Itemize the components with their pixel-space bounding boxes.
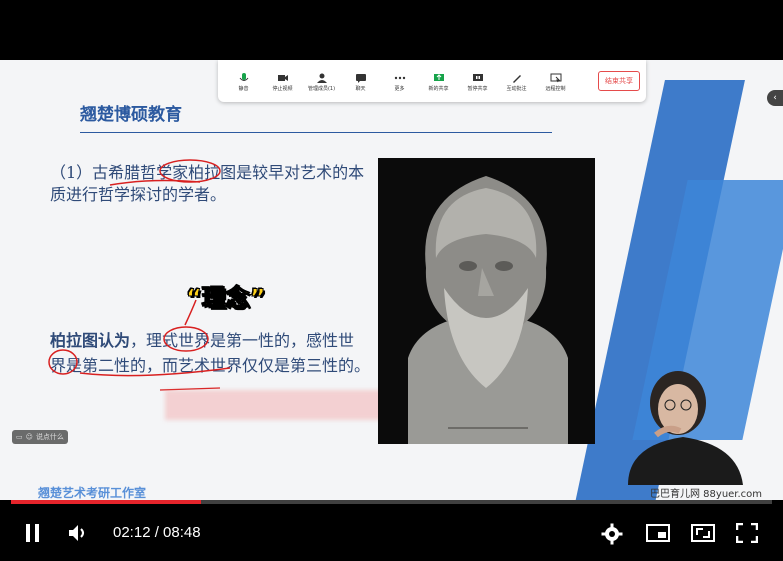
settings-button[interactable] (600, 522, 624, 546)
progress-bar-played (11, 500, 202, 504)
blurred-region (165, 390, 387, 420)
emoji-icon: ☺ (25, 433, 33, 441)
pip-icon (646, 524, 670, 542)
toolbar-label: 管理成员(1) (307, 85, 336, 92)
toolbar-annotate-button[interactable]: 互动批注 (497, 71, 536, 92)
chat-hint[interactable]: ▭ ☺ 说点什么 (12, 430, 68, 444)
meeting-toolbar: 静音 停止视频 管理成员(1) 聊天 更多 新的共享 暂停共享 互动批注 远程控… (218, 60, 646, 102)
more-icon (393, 71, 407, 85)
watermark-studio: 翘楚艺术考研工作室 (38, 486, 147, 500)
pause-share-icon (471, 71, 485, 85)
toolbar-new-share-button[interactable]: 新的共享 (419, 71, 458, 92)
toolbar-label: 聊天 (355, 85, 366, 92)
toolbar-mute-button[interactable]: 静音 (224, 71, 263, 92)
camera-icon (276, 71, 290, 85)
watermark-site: 巴巴育儿网 88yuer.com (650, 489, 763, 500)
toolbar-members-button[interactable]: 管理成员(1) (302, 71, 341, 92)
chat-icon (354, 71, 368, 85)
volume-icon (69, 525, 84, 541)
toolbar-chat-button[interactable]: 聊天 (341, 71, 380, 92)
time-display: 02:12 / 08:48 (113, 524, 201, 541)
toolbar-remote-control-button[interactable]: 远程控制 (536, 71, 575, 92)
picture-in-picture-button[interactable] (645, 522, 671, 544)
pause-button[interactable] (22, 522, 44, 544)
fullscreen-icon (736, 523, 758, 543)
volume-button[interactable] (66, 522, 92, 544)
pause-icon (26, 524, 39, 542)
share-icon (432, 71, 446, 85)
toolbar-more-button[interactable]: 更多 (380, 71, 419, 92)
fullscreen-button[interactable] (735, 522, 759, 544)
toolbar-label: 互动批注 (506, 85, 527, 92)
toolbar-label: 停止视频 (272, 85, 293, 92)
members-icon (315, 71, 329, 85)
toolbar-label: 静音 (238, 85, 249, 92)
player-controls: 02:12 / 08:48 (0, 506, 783, 561)
letterbox-top (0, 0, 783, 60)
chevron-left-icon: ‹ (773, 93, 777, 103)
gear-icon (601, 523, 623, 545)
presenter-video (608, 365, 758, 485)
comment-icon: ▭ (16, 433, 23, 441)
annotate-icon (510, 71, 524, 85)
toolbar-stop-video-button[interactable]: 停止视频 (263, 71, 302, 92)
plato-bust-image (378, 158, 595, 444)
collapse-panel-button[interactable]: ‹ (767, 90, 783, 106)
toolbar-label: 暂停共享 (467, 85, 488, 92)
toolbar-label: 新的共享 (428, 85, 449, 92)
progress-bar[interactable] (11, 500, 772, 504)
toolbar-pause-share-button[interactable]: 暂停共享 (458, 71, 497, 92)
toolbar-label: 远程控制 (545, 85, 566, 92)
subtitle-caption: “理念” (186, 284, 267, 313)
toolbar-label: 更多 (394, 85, 405, 92)
end-share-button[interactable]: 结束共享 (598, 71, 640, 91)
theater-mode-button[interactable] (690, 522, 716, 544)
microphone-icon (237, 71, 251, 85)
expand-icon (691, 524, 715, 542)
chat-hint-text: 说点什么 (35, 433, 64, 441)
remote-control-icon (549, 71, 563, 85)
video-frame[interactable]: 翘楚博硕教育 （1）古希腊哲学家柏拉图是较早对艺术的本质进行哲学探讨的学者。 柏… (0, 60, 783, 500)
